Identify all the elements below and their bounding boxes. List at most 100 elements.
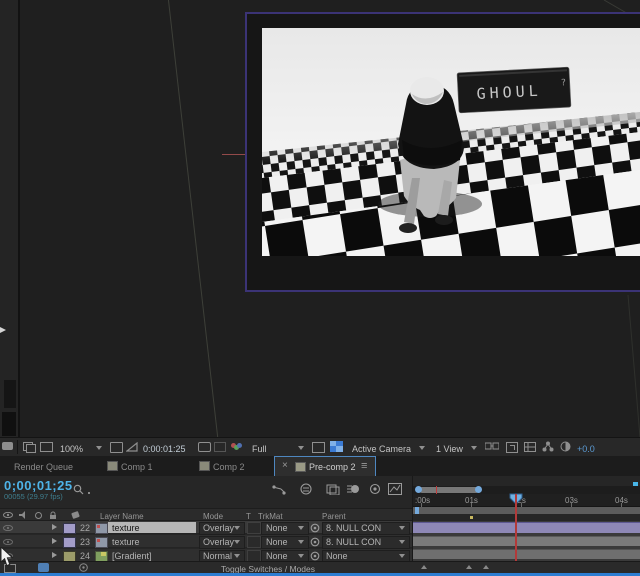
tab-comp-2[interactable]: Comp 2 — [213, 462, 245, 472]
trkmat-dropdown-arrow-icon[interactable] — [298, 526, 304, 530]
shy-icon[interactable] — [299, 483, 313, 495]
tab-pre-comp-2[interactable]: × Pre-comp 2 ≡ — [274, 456, 376, 476]
viewer-timecode[interactable]: 0:00:01:25 — [143, 444, 186, 454]
footage-icon — [95, 523, 108, 534]
eye-icon[interactable] — [3, 525, 13, 531]
snapshot-camera-icon[interactable] — [198, 442, 211, 452]
tab-render-queue[interactable]: Render Queue — [14, 462, 73, 472]
transparency-grid-icon[interactable] — [126, 442, 138, 452]
column-layer-name[interactable]: Layer Name — [100, 512, 144, 521]
mode-value[interactable]: Normal — [203, 551, 232, 561]
column-t[interactable]: T — [246, 512, 251, 521]
show-snapshot-icon[interactable] — [214, 442, 226, 452]
tab-menu-icon[interactable]: ≡ — [361, 460, 367, 472]
pick-whip-icon[interactable] — [310, 537, 320, 547]
comp-frame-image[interactable]: GHOUL ? — [262, 28, 640, 256]
panel-icon[interactable] — [2, 442, 13, 450]
resolution-value[interactable]: Full — [252, 444, 267, 454]
transparency-checker-icon[interactable] — [330, 441, 343, 452]
brainstorm-icon[interactable] — [368, 483, 382, 495]
column-parent[interactable]: Parent — [322, 512, 346, 521]
composition-mini-flowchart-icon[interactable] — [272, 484, 286, 495]
parent-dropdown-arrow-icon[interactable] — [399, 540, 405, 544]
view-layout-dropdown-arrow-icon[interactable] — [471, 446, 477, 450]
marker-triangle — [421, 565, 427, 569]
transfer-controls-pane-icon[interactable] — [38, 563, 49, 572]
column-mode[interactable]: Mode — [203, 512, 223, 521]
view-layout-value[interactable]: 1 View — [436, 444, 463, 454]
mode-dropdown-arrow-icon[interactable] — [234, 526, 240, 530]
flowchart-icon[interactable] — [542, 441, 554, 452]
layer-row-23[interactable]: 23 texture Overlay None 8. NULL CON — [0, 535, 412, 548]
layer-bar-24[interactable] — [413, 549, 640, 559]
navigator-handle-right[interactable] — [475, 486, 482, 493]
layer-name[interactable]: [Gradient] — [112, 551, 152, 561]
layer-row-22[interactable]: 22 texture Overlay None 8. NULL CON — [0, 521, 412, 534]
graph-editor-icon[interactable] — [388, 483, 402, 495]
in-out-panes-icon[interactable] — [78, 563, 89, 572]
work-area-start-handle[interactable] — [415, 507, 419, 514]
mode-dropdown-arrow-icon[interactable] — [234, 554, 240, 558]
search-icon[interactable] — [73, 484, 85, 496]
pixel-aspect-icon[interactable] — [506, 442, 518, 453]
column-trkmat[interactable]: TrkMat — [258, 512, 283, 521]
layer-color-swatch[interactable] — [63, 537, 76, 548]
grid-guides-icon[interactable] — [524, 442, 536, 452]
region-of-interest-icon[interactable] — [110, 442, 123, 453]
camera-view-value[interactable]: Active Camera — [352, 444, 411, 454]
trkmat-value[interactable]: None — [266, 537, 288, 547]
magnification-value[interactable]: 100% — [60, 444, 83, 454]
layer-bar-22[interactable] — [413, 522, 640, 533]
magnification-dropdown-arrow-icon[interactable] — [96, 446, 102, 450]
layer-bar-23[interactable] — [413, 536, 640, 546]
comp-icon — [199, 461, 210, 471]
mode-value[interactable]: Overlay — [203, 523, 234, 533]
time-ruler[interactable]: :00s 01s 02s 03s 04s — [413, 494, 640, 507]
search-dot — [88, 492, 90, 494]
exposure-value[interactable]: +0.0 — [577, 444, 595, 454]
goggles-icon[interactable] — [485, 442, 499, 451]
time-navigator-bar[interactable] — [419, 487, 479, 493]
mode-value[interactable]: Overlay — [203, 537, 234, 547]
parent-value[interactable]: None — [326, 551, 348, 561]
expand-arrow-icon[interactable] — [52, 552, 57, 558]
expand-arrow-icon[interactable] — [52, 524, 57, 530]
tab-close-icon[interactable]: × — [282, 461, 288, 471]
motion-blur-icon[interactable] — [347, 483, 361, 495]
parent-value[interactable]: 8. NULL CON — [326, 523, 381, 533]
show-channel-icon[interactable] — [231, 442, 243, 451]
timeline-timecode[interactable]: 0;00;01;25 — [4, 478, 73, 493]
target-region-icon[interactable] — [312, 442, 325, 453]
tab-comp-1[interactable]: Comp 1 — [121, 462, 153, 472]
camera-dropdown-arrow-icon[interactable] — [419, 446, 425, 450]
eye-icon[interactable] — [3, 539, 13, 545]
time-navigator-track[interactable] — [413, 486, 640, 494]
marker-triangle — [466, 565, 472, 569]
monitor-icon[interactable] — [40, 442, 53, 452]
trkmat-dropdown-arrow-icon[interactable] — [298, 540, 304, 544]
parent-value[interactable]: 8. NULL CON — [326, 537, 381, 547]
exposure-icon[interactable] — [560, 441, 571, 452]
parent-dropdown-arrow-icon[interactable] — [399, 554, 405, 558]
trkmat-value[interactable]: None — [266, 551, 288, 561]
resolution-dropdown-arrow-icon[interactable] — [298, 446, 304, 450]
trkmat-dropdown-arrow-icon[interactable] — [298, 554, 304, 558]
parent-dropdown-arrow-icon[interactable] — [399, 526, 405, 530]
trkmat-value[interactable]: None — [266, 523, 288, 533]
frame-blending-icon[interactable] — [326, 483, 340, 495]
cti-line[interactable] — [515, 494, 517, 561]
work-area-bar[interactable] — [413, 507, 640, 514]
layer-marker-dot — [470, 516, 473, 519]
composition-viewport[interactable]: GHOUL ? — [0, 0, 640, 437]
navigator-handle-left[interactable] — [415, 486, 422, 493]
audio-column-icon — [19, 511, 28, 519]
layer-color-swatch[interactable] — [63, 523, 76, 534]
pick-whip-icon[interactable] — [310, 551, 320, 561]
solo-column-icon — [35, 512, 42, 519]
layer-name-field[interactable]: texture — [108, 522, 196, 533]
layer-name[interactable]: texture — [112, 537, 140, 547]
mode-dropdown-arrow-icon[interactable] — [234, 540, 240, 544]
pick-whip-icon[interactable] — [310, 523, 320, 533]
layer-number: 22 — [80, 523, 90, 533]
expand-arrow-icon[interactable] — [52, 538, 57, 544]
